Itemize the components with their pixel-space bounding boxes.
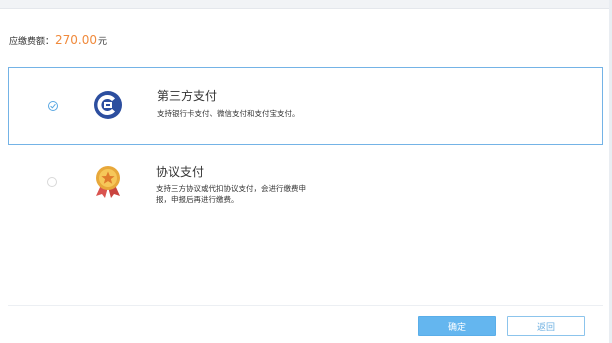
option-description: 支持三方协议或代扣协议支付，会进行缴费申报，申报后再进行缴费。: [156, 184, 306, 204]
option-title: 第三方支付: [157, 89, 218, 103]
dialog-top-strip: [0, 0, 612, 9]
radio-unselected[interactable]: [47, 177, 57, 187]
confirm-button[interactable]: 确定: [418, 316, 496, 336]
amount-due: 应缴费额： 270.00 元: [9, 33, 107, 47]
amount-label: 应缴费额：: [9, 37, 55, 47]
back-button[interactable]: 返回: [507, 316, 585, 336]
check-icon: [50, 103, 56, 109]
payment-option-third-party[interactable]: 第三方支付 支持银行卡支付、微信支付和支付宝支付。: [8, 67, 603, 145]
payment-option-agreement[interactable]: 协议支付 支持三方协议或代扣协议支付，会进行缴费申报，申报后再进行缴费。: [8, 148, 603, 226]
option-description: 支持银行卡支付、微信支付和支付宝支付。: [157, 109, 300, 118]
option-title: 协议支付: [156, 165, 205, 179]
radio-selected[interactable]: [48, 101, 58, 111]
bank-logo-icon: [93, 90, 123, 124]
medal-icon: [93, 165, 123, 203]
amount-unit: 元: [98, 37, 108, 47]
amount-value: 270.00: [55, 33, 98, 47]
footer-divider: [8, 305, 603, 306]
